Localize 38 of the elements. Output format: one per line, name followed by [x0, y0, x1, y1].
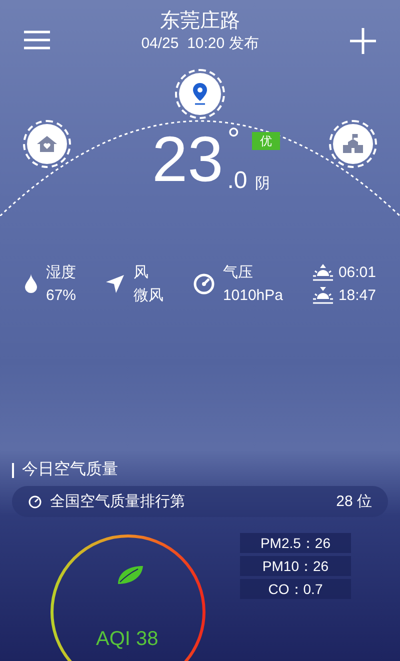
stat-value: 67% [46, 286, 76, 306]
gauge-icon [192, 273, 215, 295]
aqi-badge: 优 [252, 132, 280, 150]
section-title: 今日空气质量 [22, 460, 118, 480]
stat-value: 微风 [133, 286, 164, 306]
sunset-time: 18:47 [338, 286, 376, 306]
pollutant-reading: PM2.5：26 [240, 533, 351, 553]
sunrise-icon [312, 264, 334, 282]
stat-label: 湿度 [46, 262, 76, 282]
gauge-icon [28, 494, 42, 508]
publish-time: 04/25 10:20 发布 [141, 34, 259, 54]
rank-value: 28 位 [336, 492, 372, 512]
menu-icon[interactable] [24, 30, 50, 50]
temperature-decimal: .0 [227, 168, 248, 194]
weather-condition: 阴 [255, 174, 270, 194]
rank-label: 全国空气质量排行第 [50, 492, 185, 512]
stat-label: 气压 [222, 262, 254, 282]
leaf-icon [116, 565, 144, 585]
sunrise-time: 06:01 [338, 262, 376, 282]
home-button[interactable] [27, 124, 67, 164]
school-button[interactable] [333, 124, 373, 164]
arrow-icon [105, 274, 126, 294]
temperature: 23 [152, 124, 224, 194]
water-drop-icon [24, 274, 38, 294]
stat-value: 1010hPa [222, 286, 283, 306]
plus-icon[interactable] [350, 28, 376, 54]
aqi-value: AQI 38 [96, 627, 158, 651]
rank-bar[interactable]: 全国空气质量排行第 28 位 [12, 486, 388, 517]
house-icon [36, 135, 58, 153]
city-name[interactable]: 东莞庄路 [160, 8, 240, 34]
pollutant-reading: CO：0.7 [240, 579, 351, 599]
school-building-icon [342, 134, 364, 154]
pollutant-reading: PM10：26 [240, 556, 351, 576]
degree-sign: ° [227, 124, 240, 154]
stat-label: 风 [133, 262, 150, 282]
sunset-icon [312, 286, 334, 304]
location-button[interactable] [179, 73, 221, 115]
location-pin-icon [192, 83, 208, 105]
